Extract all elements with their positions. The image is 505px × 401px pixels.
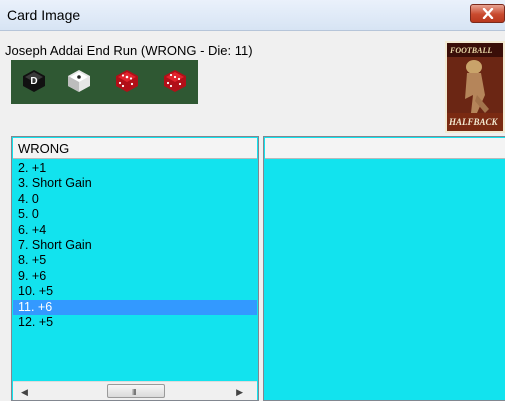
scroll-left-icon[interactable]: ◀ [21, 387, 28, 398]
list-item[interactable]: 11. +6 [13, 299, 257, 315]
results-list-header[interactable]: WRONG [13, 138, 257, 159]
list-item[interactable]: 4. 0 [13, 192, 257, 207]
list-item[interactable]: 6. +4 [13, 223, 257, 238]
card-top-text: FOOTBALL [449, 46, 492, 55]
list-item[interactable]: 5. 0 [13, 207, 257, 222]
scrollbar-grip: III [132, 388, 137, 397]
list-item[interactable]: 7. Short Gain [13, 238, 257, 253]
card-bottom-text: HALFBACK [448, 117, 499, 127]
red-die-icon [164, 70, 186, 92]
detail-panel [263, 136, 505, 401]
detail-panel-header [265, 138, 505, 159]
black-d-die-icon: D [23, 70, 45, 92]
horizontal-scrollbar[interactable]: ◀ III ▶ [13, 381, 257, 400]
list-item[interactable]: 8. +5 [13, 253, 257, 268]
dice-panel: D [11, 60, 198, 104]
card-thumbnail[interactable]: FOOTBALL HALFBACK [445, 41, 505, 133]
list-item[interactable]: 9. +6 [13, 269, 257, 284]
scrollbar-thumb[interactable]: III [107, 384, 165, 398]
svg-text:D: D [30, 76, 37, 87]
results-list[interactable]: WRONG 2. +1 3. Short Gain 4. 0 5. 0 6. +4 7. … [11, 136, 259, 401]
card-artwork: FOOTBALL HALFBACK [447, 43, 503, 131]
white-die-icon [68, 70, 90, 92]
title-bar: Card Image [0, 0, 505, 31]
scroll-right-icon[interactable]: ▶ [236, 387, 243, 398]
list-item[interactable]: 2. +1 [13, 161, 257, 176]
close-icon [482, 8, 494, 19]
results-list-body: 2. +1 3. Short Gain 4. 0 5. 0 6. +4 7. Short … [13, 161, 257, 330]
results-list-header-label: WRONG [18, 141, 70, 156]
red-die-icon [116, 70, 138, 92]
list-item[interactable]: 12. +5 [13, 315, 257, 330]
close-button[interactable] [470, 4, 505, 23]
list-item[interactable]: 3. Short Gain [13, 176, 257, 191]
play-description: Joseph Addai End Run (WRONG - Die: 11) [5, 43, 253, 58]
list-item[interactable]: 10. +5 [13, 284, 257, 299]
window-title: Card Image [7, 7, 81, 23]
